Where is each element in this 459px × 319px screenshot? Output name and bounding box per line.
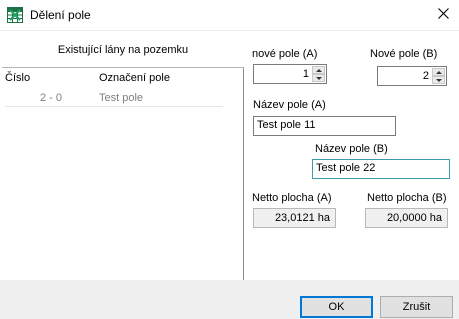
nazev-pole-b-input[interactable]: Test pole 22: [312, 159, 450, 179]
netto-plocha-a-value: 23,0121 ha: [253, 208, 336, 228]
nove-pole-b-label: Nové pole (B): [370, 48, 438, 60]
nove-pole-a-stepper[interactable]: 1: [253, 64, 327, 84]
window-title: Dělení pole: [30, 8, 91, 22]
table-row-divider: [5, 106, 223, 107]
netto-plocha-b-label: Netto plocha (B): [367, 192, 447, 204]
arrow-down-icon: [435, 78, 442, 82]
nove-pole-a-down-button[interactable]: [312, 74, 325, 82]
column-header-oznaceni[interactable]: Označení pole: [99, 72, 170, 84]
nazev-pole-a-input[interactable]: Test pole 11: [253, 116, 396, 136]
arrow-up-icon: [315, 68, 322, 72]
column-header-cislo[interactable]: Číslo: [5, 72, 30, 84]
left-panel-title: Existující lány na pozemku: [57, 44, 189, 56]
nove-pole-b-up-button[interactable]: [432, 68, 445, 76]
netto-plocha-b-value: 20,0000 ha: [365, 208, 448, 228]
nazev-pole-b-label: Název pole (B): [315, 143, 388, 155]
arrow-up-icon: [435, 70, 442, 74]
nove-pole-b-down-button[interactable]: [432, 76, 445, 84]
cell-cislo[interactable]: 2 - 0: [40, 92, 62, 104]
nove-pole-a-value[interactable]: 1: [303, 68, 309, 80]
arrow-down-icon: [315, 76, 322, 80]
nazev-pole-a-label: Název pole (A): [253, 99, 326, 111]
close-icon: [437, 8, 449, 22]
ok-button[interactable]: OK: [300, 296, 373, 318]
nove-pole-b-stepper[interactable]: 2: [377, 66, 447, 86]
close-button[interactable]: [431, 4, 455, 26]
nove-pole-a-up-button[interactable]: [312, 66, 325, 74]
excel-grid-icon: [7, 7, 23, 23]
netto-plocha-a-label: Netto plocha (A): [252, 192, 332, 204]
nove-pole-a-label: nové pole (A): [252, 48, 318, 60]
nove-pole-b-value[interactable]: 2: [423, 70, 429, 82]
cancel-button[interactable]: Zrušit: [380, 296, 453, 318]
cell-oznaceni[interactable]: Test pole: [99, 92, 143, 104]
